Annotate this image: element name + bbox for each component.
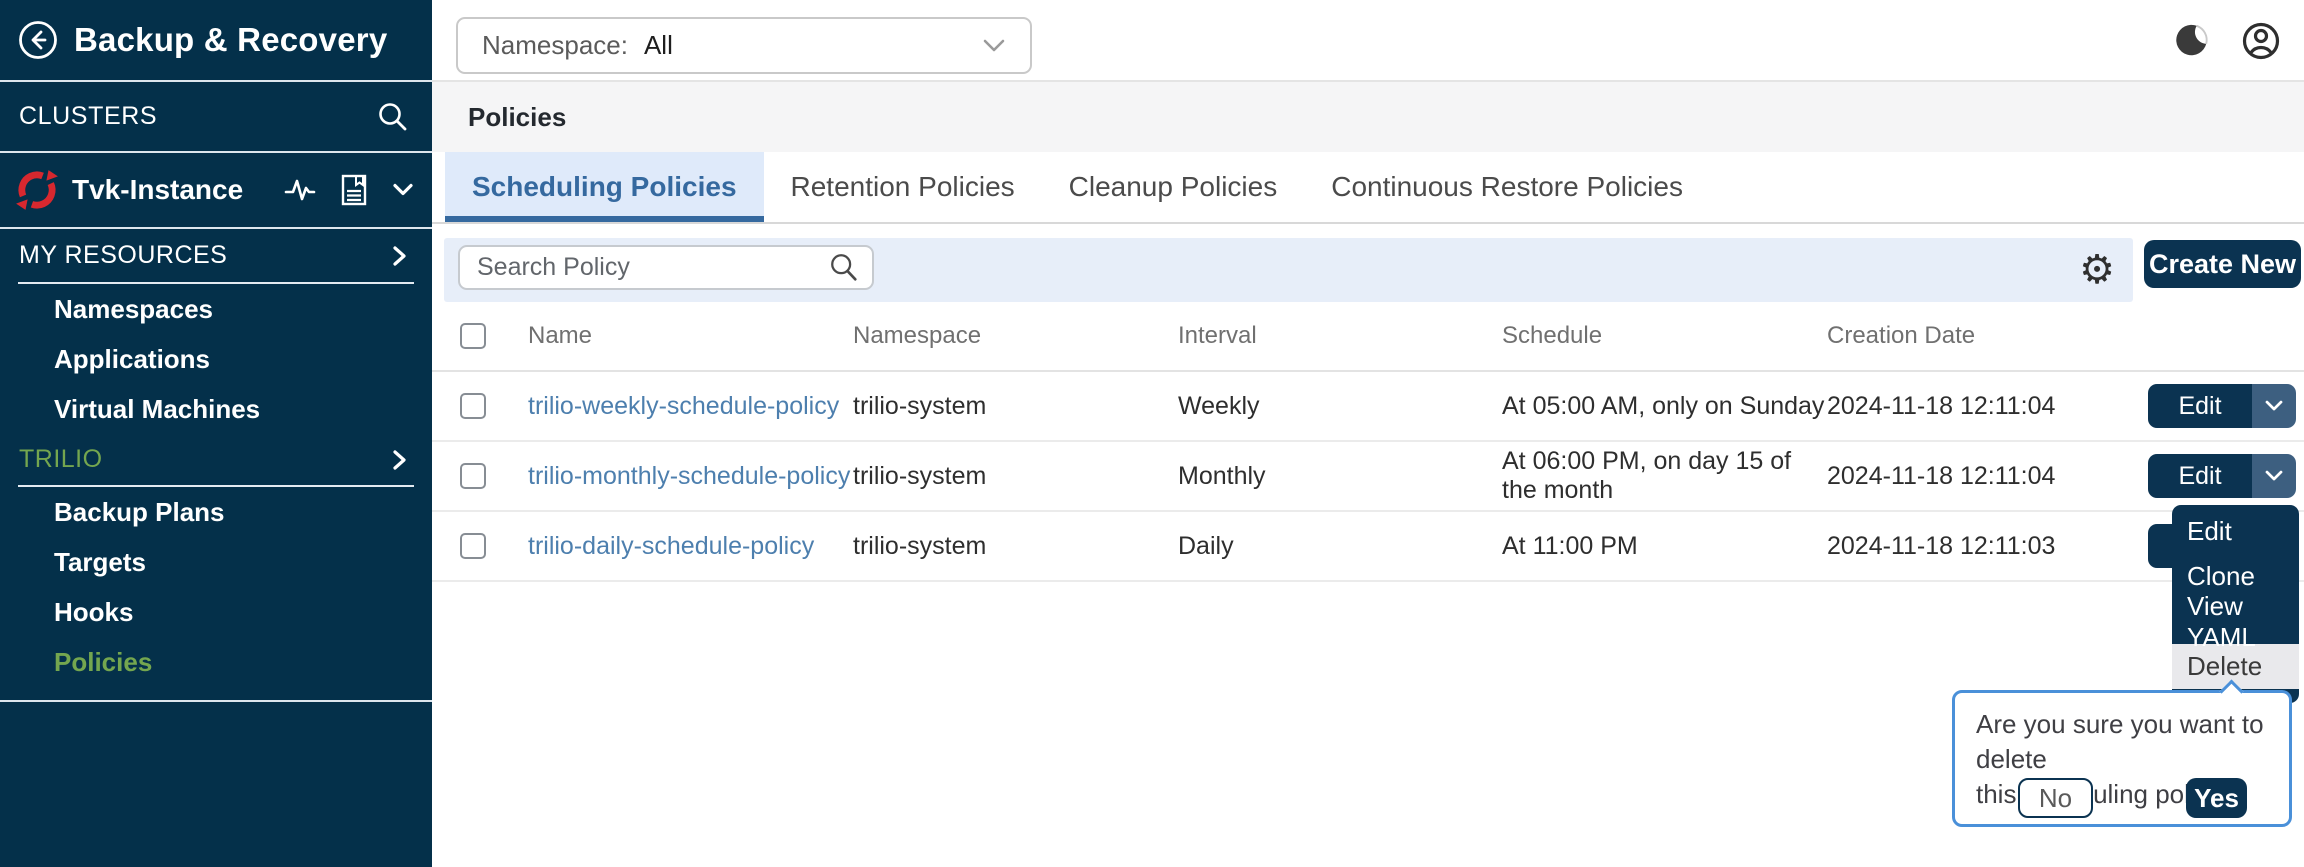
policy-name-link[interactable]: trilio-weekly-schedule-policy [528, 392, 839, 420]
sidebar-item-targets[interactable]: Targets [0, 537, 432, 587]
cell-schedule: At 11:00 PM [1502, 532, 1827, 561]
select-all-checkbox[interactable] [460, 323, 486, 349]
topbar-icons [2172, 0, 2304, 82]
cell-creation-date: 2024-11-18 12:11:04 [1827, 392, 2107, 421]
create-new-button[interactable]: Create New [2144, 240, 2301, 288]
tab-cleanup-policies[interactable]: Cleanup Policies [1042, 152, 1305, 222]
menu-item-view-yaml[interactable]: View YAML [2172, 599, 2299, 644]
tab-scheduling-policies[interactable]: Scheduling Policies [445, 152, 764, 222]
edit-button[interactable]: Edit [2148, 454, 2252, 498]
user-circle-icon[interactable] [2240, 20, 2282, 62]
my-resources-label: MY RESOURCES [19, 241, 227, 270]
app-window: Backup & Recovery CLUSTERS Tvk-Instance [0, 0, 2304, 867]
policies-toolbar: ⚙ [444, 238, 2133, 302]
trilio-header[interactable]: TRILIO [0, 434, 432, 485]
table-row: trilio-monthly-schedule-policy trilio-sy… [432, 442, 2304, 512]
back-arrow-icon[interactable] [17, 19, 59, 61]
cell-interval: Weekly [1178, 392, 1502, 421]
document-icon[interactable] [340, 174, 368, 206]
trilio-label: TRILIO [19, 445, 103, 474]
cell-namespace: trilio-system [853, 392, 1178, 421]
cell-creation-date: 2024-11-18 12:11:03 [1827, 532, 2107, 561]
policies-table: Name Namespace Interval Schedule Creatio… [432, 302, 2304, 582]
sidebar-section-my-resources: MY RESOURCES Namespaces Applications Vir… [0, 229, 432, 434]
tab-retention-policies[interactable]: Retention Policies [764, 152, 1042, 222]
edit-split-button: Edit [2148, 454, 2296, 498]
cell-namespace: trilio-system [853, 532, 1178, 561]
tabbar: Scheduling Policies Retention Policies C… [432, 152, 2304, 224]
search-icon[interactable] [376, 100, 410, 134]
namespace-label: Namespace: [482, 30, 628, 61]
edit-dropdown-toggle[interactable] [2252, 384, 2296, 428]
sidebar-item-policies[interactable]: Policies [0, 637, 432, 687]
cluster-instance-row[interactable]: Tvk-Instance [0, 153, 432, 229]
tab-continuous-restore-policies[interactable]: Continuous Restore Policies [1304, 152, 1710, 222]
page-title: Policies [468, 102, 566, 133]
instance-name: Tvk-Instance [72, 174, 243, 206]
menu-item-edit[interactable]: Edit [2172, 509, 2299, 554]
topbar: Namespace: All [432, 0, 2304, 82]
search-icon[interactable] [828, 252, 860, 284]
col-header-schedule: Schedule [1502, 322, 1827, 350]
cell-creation-date: 2024-11-18 12:11:04 [1827, 462, 2107, 491]
edit-split-button: Edit [2148, 384, 2296, 428]
namespace-select[interactable]: Namespace: All [456, 17, 1032, 74]
row-checkbox[interactable] [460, 463, 486, 489]
sidebar: Backup & Recovery CLUSTERS Tvk-Instance [0, 0, 432, 867]
search-policy-input[interactable] [464, 253, 828, 282]
cell-interval: Monthly [1178, 462, 1502, 491]
chevron-right-icon [390, 245, 410, 267]
row-checkbox[interactable] [460, 393, 486, 419]
yes-button[interactable]: Yes [2186, 778, 2247, 818]
sidebar-item-applications[interactable]: Applications [0, 334, 432, 384]
search-policy-box [458, 245, 874, 290]
table-row: trilio-daily-schedule-policy trilio-syst… [432, 512, 2304, 582]
col-header-interval: Interval [1178, 322, 1502, 350]
edit-dropdown-toggle[interactable] [2252, 454, 2296, 498]
policy-name-link[interactable]: trilio-daily-schedule-policy [528, 532, 814, 560]
cell-namespace: trilio-system [853, 462, 1178, 491]
cell-schedule: At 05:00 AM, only on Sunday [1502, 392, 1827, 421]
page-heading-strip: Policies [432, 82, 2304, 152]
row-actions-dropdown: Edit Clone View YAML Delete [2172, 505, 2299, 703]
namespace-value: All [644, 30, 673, 61]
instance-actions [284, 174, 414, 206]
no-button[interactable]: No [2018, 778, 2093, 818]
sidebar-section-trilio: TRILIO Backup Plans Targets Hooks Polici… [0, 434, 432, 687]
divider [0, 700, 432, 702]
app-title: Backup & Recovery [74, 21, 387, 59]
col-header-creation-date: Creation Date [1827, 322, 2107, 350]
trilio-logo-icon [14, 167, 60, 213]
delete-confirm-popup: Are you sure you want to delete this sch… [1952, 690, 2292, 827]
clusters-row: CLUSTERS [0, 82, 432, 153]
sidebar-item-namespaces[interactable]: Namespaces [0, 284, 432, 334]
chevron-down-icon [982, 38, 1006, 54]
col-header-namespace: Namespace [853, 322, 1178, 350]
sidebar-item-hooks[interactable]: Hooks [0, 587, 432, 637]
chevron-down-icon[interactable] [392, 182, 414, 198]
policy-name-link[interactable]: trilio-monthly-schedule-policy [528, 462, 850, 490]
cell-schedule: At 06:00 PM, on day 15 of the month [1502, 447, 1827, 505]
activity-pulse-icon[interactable] [284, 176, 316, 204]
chevron-right-icon [390, 449, 410, 471]
moon-icon[interactable] [2172, 22, 2210, 60]
gear-icon[interactable]: ⚙ [2079, 250, 2115, 290]
row-checkbox[interactable] [460, 533, 486, 559]
my-resources-header[interactable]: MY RESOURCES [0, 229, 432, 282]
edit-button[interactable]: Edit [2148, 384, 2252, 428]
clusters-label: CLUSTERS [19, 102, 157, 131]
sidebar-header: Backup & Recovery [0, 0, 432, 82]
cell-interval: Daily [1178, 532, 1502, 561]
table-row: trilio-weekly-schedule-policy trilio-sys… [432, 372, 2304, 442]
col-header-name: Name [528, 322, 853, 350]
sidebar-item-backup-plans[interactable]: Backup Plans [0, 487, 432, 537]
sidebar-item-virtual-machines[interactable]: Virtual Machines [0, 384, 432, 434]
table-header-row: Name Namespace Interval Schedule Creatio… [432, 302, 2304, 372]
